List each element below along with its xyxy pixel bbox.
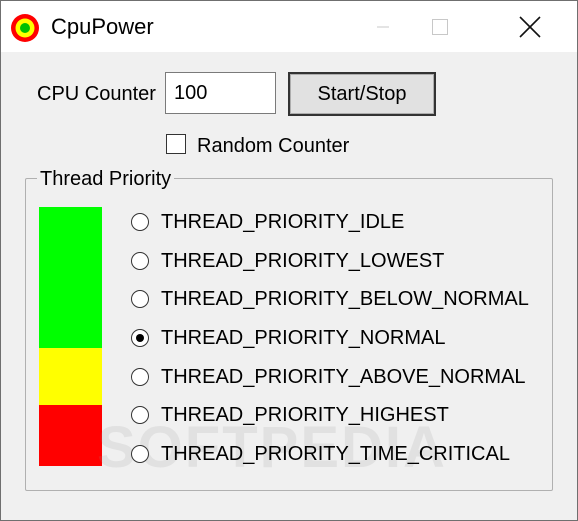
maximize-icon — [432, 18, 448, 35]
minimize-button[interactable] — [355, 1, 411, 52]
radio-button[interactable] — [131, 445, 149, 463]
priority-indicator-green — [39, 207, 102, 348]
radio-button[interactable] — [131, 290, 149, 308]
minimize-icon — [377, 26, 389, 27]
thread-priority-group-label: Thread Priority — [37, 167, 175, 191]
close-button[interactable] — [502, 1, 558, 52]
radio-priority-highest[interactable]: THREAD_PRIORITY_HIGHEST — [131, 402, 449, 428]
radio-label[interactable]: THREAD_PRIORITY_BELOW_NORMAL — [161, 288, 529, 311]
radio-priority-time-critical[interactable]: THREAD_PRIORITY_TIME_CRITICAL — [131, 441, 510, 467]
radio-label[interactable]: THREAD_PRIORITY_HIGHEST — [161, 404, 449, 427]
radio-priority-idle[interactable]: THREAD_PRIORITY_IDLE — [131, 209, 404, 235]
radio-label[interactable]: THREAD_PRIORITY_ABOVE_NORMAL — [161, 366, 526, 389]
radio-priority-lowest[interactable]: THREAD_PRIORITY_LOWEST — [131, 248, 444, 274]
radio-label[interactable]: THREAD_PRIORITY_IDLE — [161, 211, 404, 234]
radio-button[interactable] — [131, 213, 149, 231]
priority-indicator-yellow — [39, 348, 102, 405]
radio-button-selected[interactable] — [131, 329, 149, 347]
app-target-icon — [11, 14, 39, 42]
radio-button[interactable] — [131, 368, 149, 386]
cpu-counter-input[interactable] — [165, 72, 276, 114]
radio-button[interactable] — [131, 406, 149, 424]
radio-label[interactable]: THREAD_PRIORITY_TIME_CRITICAL — [161, 443, 510, 466]
client-area: CPU Counter Start/Stop Random Counter Th… — [1, 52, 577, 520]
close-icon — [519, 15, 541, 38]
app-window: CpuPower CPU Counter Start/Stop Random C… — [0, 0, 578, 521]
radio-button[interactable] — [131, 252, 149, 270]
radio-priority-above-normal[interactable]: THREAD_PRIORITY_ABOVE_NORMAL — [131, 364, 526, 390]
radio-label[interactable]: THREAD_PRIORITY_LOWEST — [161, 250, 444, 273]
priority-indicator-red — [39, 405, 102, 466]
radio-priority-below-normal[interactable]: THREAD_PRIORITY_BELOW_NORMAL — [131, 286, 529, 312]
window-title: CpuPower — [51, 14, 154, 39]
cpu-counter-label: CPU Counter — [37, 83, 156, 105]
title-bar[interactable]: CpuPower — [1, 1, 577, 52]
maximize-button[interactable] — [412, 1, 468, 52]
radio-label[interactable]: THREAD_PRIORITY_NORMAL — [161, 327, 446, 350]
random-counter-label[interactable]: Random Counter — [197, 134, 349, 158]
start-stop-button[interactable]: Start/Stop — [288, 72, 436, 116]
radio-priority-normal[interactable]: THREAD_PRIORITY_NORMAL — [131, 325, 446, 351]
random-counter-checkbox[interactable] — [166, 134, 186, 154]
